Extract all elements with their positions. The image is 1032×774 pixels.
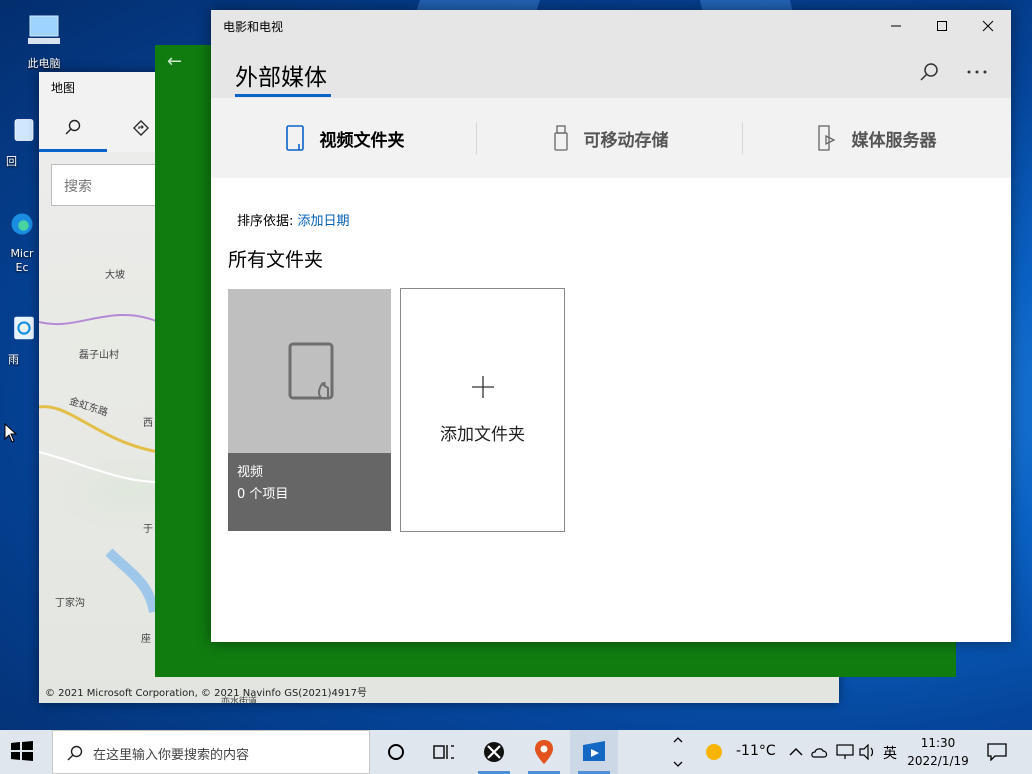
map-place-label: 丁家沟 (55, 598, 85, 609)
minimize-button[interactable] (873, 10, 919, 42)
edge-icon (11, 213, 33, 235)
folder-name: 视频 (237, 465, 264, 480)
cortana-button[interactable] (372, 730, 420, 774)
usb-drive-icon (553, 125, 568, 151)
page-header: 外部媒体 (211, 42, 1011, 98)
add-folder-label: 添加文件夹 (440, 425, 525, 445)
taskbar-app-movies-tv[interactable] (570, 730, 618, 774)
desktop-icon-label: 回 (6, 155, 17, 168)
map-pin-icon (535, 740, 553, 764)
computer-icon (28, 15, 60, 44)
close-button[interactable] (965, 10, 1011, 42)
minimize-icon (891, 25, 901, 27)
taskbar-search-box[interactable]: 在这里输入你要搜索的内容 (52, 730, 370, 774)
onedrive-icon[interactable] (811, 746, 829, 758)
taskbar-app-xbox[interactable] (470, 730, 518, 774)
directions-icon (133, 120, 149, 136)
media-source-tabs: 视频文件夹 可移动存储 媒体服务器 (211, 98, 1011, 178)
clock-time: 11:30 (920, 736, 956, 750)
map-place-label: 大坡 (105, 270, 125, 281)
search-button[interactable] (913, 58, 945, 86)
folder-tile-info: 视频 0 个项目 (228, 453, 391, 531)
page-title: 外部媒体 (235, 65, 327, 91)
task-view-button[interactable] (420, 730, 468, 774)
tab-video-folders[interactable]: 视频文件夹 (211, 98, 477, 178)
taskbar-search-placeholder: 在这里输入你要搜索的内容 (93, 748, 250, 763)
desktop-icon-edge[interactable]: Micr Ec (4, 206, 40, 275)
volume-icon[interactable] (859, 744, 877, 760)
folder-item-count: 0 个项目 (237, 487, 289, 502)
desktop-icon-label: 雨 (8, 353, 19, 366)
video-folder-icon (288, 342, 334, 400)
map-place-label: 西 (143, 418, 153, 429)
desktop-icon-label: Micr Ec (10, 247, 34, 274)
search-icon (65, 119, 81, 134)
taskbar: 在这里输入你要搜索的内容 -11°C 英 11:30 2022/1/19 (0, 730, 1032, 774)
system-clock[interactable]: 11:30 2022/1/19 (906, 734, 970, 770)
tab-removable-storage[interactable]: 可移动存储 (477, 98, 743, 178)
map-place-label: 于 (143, 524, 153, 535)
maximize-button[interactable] (919, 10, 965, 42)
start-button[interactable] (10, 740, 36, 764)
desktop-icon-this-pc[interactable]: 此电脑 (14, 14, 74, 71)
notification-button[interactable] (980, 730, 1016, 774)
sort-value-link[interactable]: 添加日期 (298, 214, 350, 229)
input-method-indicator[interactable]: 英 (883, 743, 897, 763)
clock-date: 2022/1/19 (907, 754, 969, 768)
windows-logo-icon (11, 741, 33, 761)
mouse-cursor-icon (4, 423, 18, 443)
cortana-icon (388, 744, 404, 760)
overflow-button[interactable] (672, 732, 686, 772)
map-copyright: © 2021 Microsoft Corporation, © 2021 Nav… (45, 688, 367, 699)
tray-chevron-icon[interactable] (789, 747, 803, 757)
desktop-icon-recycle[interactable]: 回 (6, 112, 42, 169)
desktop-icon-label: 此电脑 (27, 57, 61, 70)
desktop-icon-4[interactable]: 雨 (8, 310, 40, 367)
search-icon (67, 745, 83, 761)
movies-tv-icon (583, 741, 605, 761)
xbox-icon (484, 742, 504, 762)
add-folder-button[interactable]: 添加文件夹 (400, 288, 565, 532)
plus-icon (472, 376, 494, 398)
search-icon (920, 63, 938, 81)
weather-sun-icon (706, 744, 722, 760)
more-options-button[interactable] (961, 58, 993, 86)
tab-label: 媒体服务器 (851, 130, 937, 151)
tab-label: 可移动存储 (583, 130, 669, 151)
more-icon (967, 70, 987, 74)
phone-video-icon (285, 125, 304, 151)
chevron-up-icon (673, 737, 683, 767)
sort-control[interactable]: 排序依据: 添加日期 (237, 210, 350, 229)
close-icon (982, 20, 994, 32)
back-arrow-icon[interactable]: ← (167, 51, 182, 72)
recycle-bin-icon (14, 119, 34, 141)
taskbar-app-maps[interactable] (520, 730, 568, 774)
network-icon[interactable] (836, 744, 854, 760)
task-view-icon (433, 745, 454, 759)
map-place-label: 座 (141, 634, 151, 645)
weather-temperature[interactable]: -11°C (736, 743, 776, 759)
app-icon (14, 316, 34, 340)
map-place-label: 磊子山村 (79, 350, 119, 361)
maximize-icon (937, 21, 947, 31)
title-bar: 电影和电视 (211, 10, 1011, 42)
title-underline (235, 94, 331, 97)
window-title: 电影和电视 (223, 20, 284, 34)
media-server-icon (817, 125, 835, 151)
folder-tile-videos[interactable]: 视频 0 个项目 (228, 289, 391, 531)
section-title: 所有文件夹 (228, 249, 324, 271)
maps-tab-search[interactable] (39, 104, 107, 152)
tab-label: 视频文件夹 (319, 130, 405, 151)
movies-tv-window[interactable]: 电影和电视 外部媒体 视频文件夹 可移动存储 媒体服务器 排序依据: 添加日期 … (211, 10, 1011, 642)
notification-icon (987, 743, 1007, 761)
tab-media-servers[interactable]: 媒体服务器 (743, 98, 1009, 178)
sort-label: 排序依据: (237, 214, 294, 229)
